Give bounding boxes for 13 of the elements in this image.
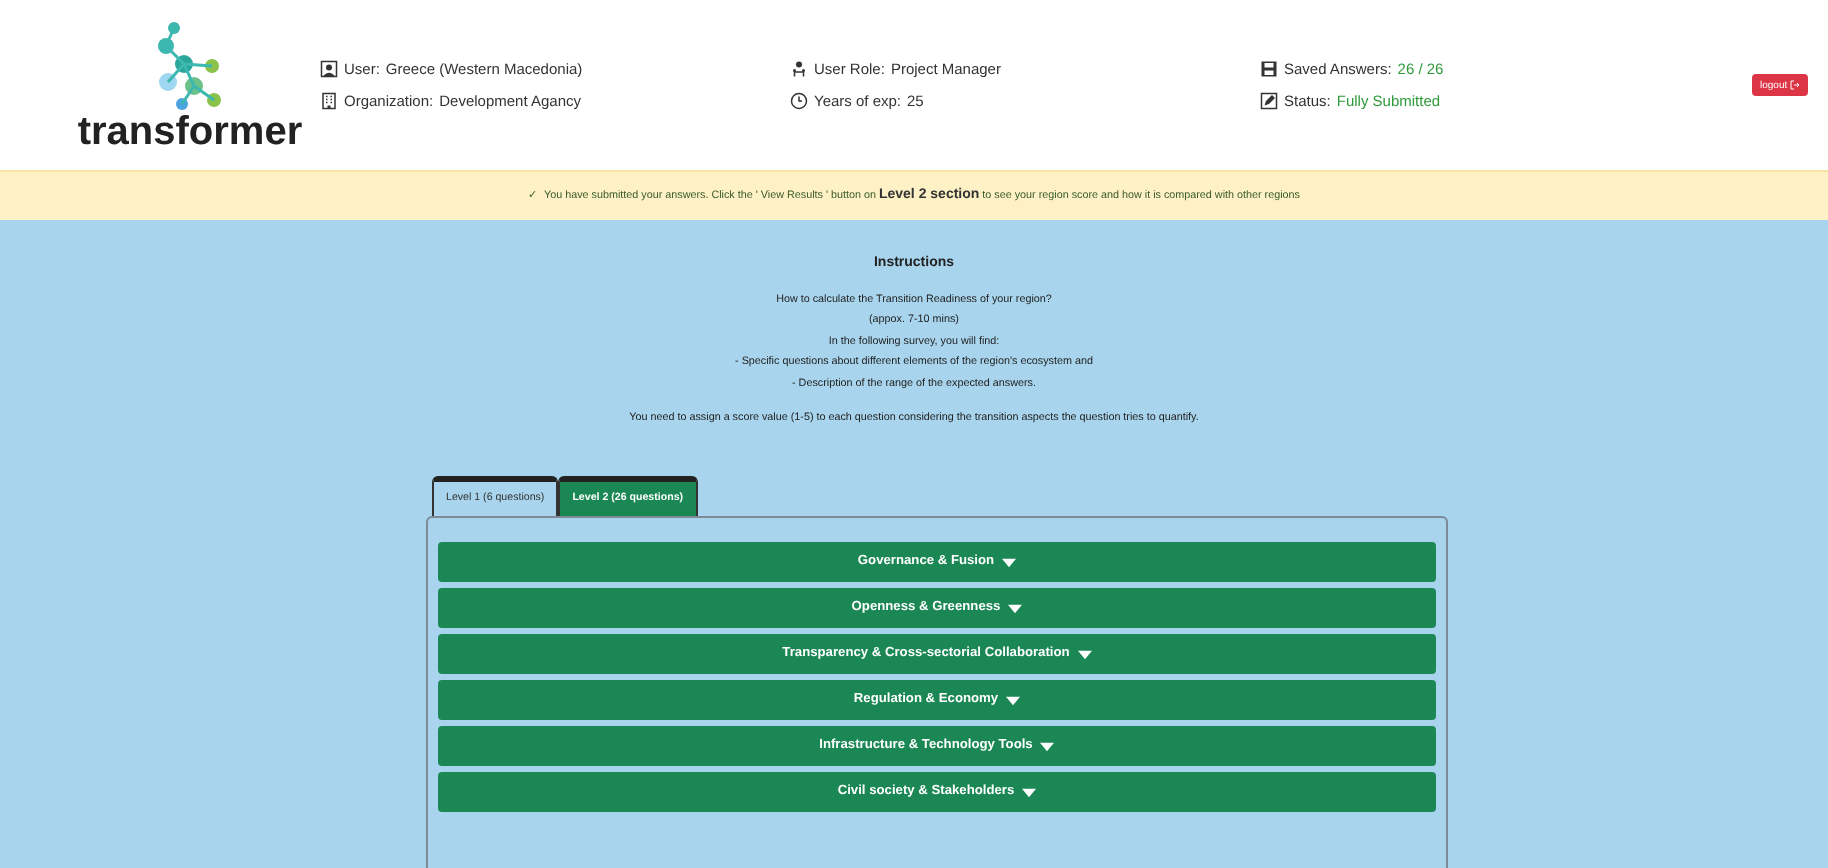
logout-icon [1790,79,1800,90]
caret-icon [1008,603,1023,614]
caret-icon [1006,695,1021,706]
edit-icon [1260,91,1278,110]
clock-icon [790,91,808,110]
logo-text: transformer [77,111,303,151]
people-icon [790,60,808,79]
caret-icon [1040,741,1055,752]
caret-icon [1077,649,1092,660]
user-icon [320,60,338,79]
caret-icon [1002,557,1017,568]
caret-icon [1022,787,1037,798]
building-icon [320,91,338,110]
